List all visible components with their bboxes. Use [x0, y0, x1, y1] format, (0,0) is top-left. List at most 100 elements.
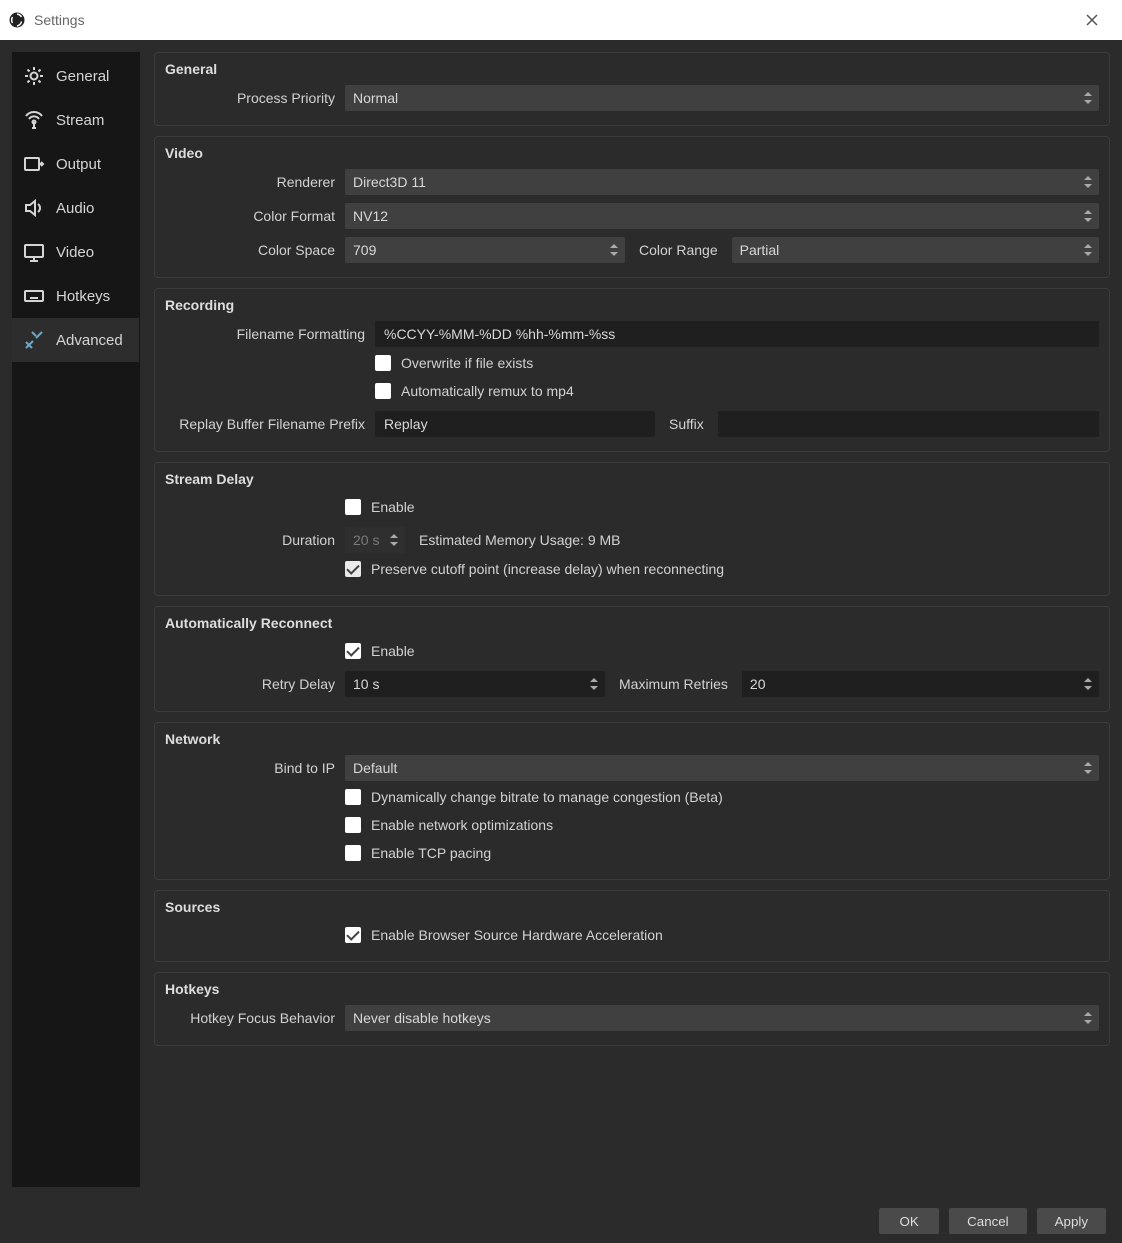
max-retries-label: Maximum Retries: [615, 676, 732, 692]
net-opt-checkbox[interactable]: [345, 817, 361, 833]
process-priority-select[interactable]: Normal: [345, 85, 1099, 111]
sidebar-item-label: Advanced: [56, 332, 123, 349]
color-format-label: Color Format: [165, 208, 335, 224]
stream-delay-enable-label: Enable: [371, 499, 415, 515]
panel-heading: Sources: [165, 899, 1099, 915]
process-priority-label: Process Priority: [165, 90, 335, 106]
panel-auto-reconnect: Automatically Reconnect Enable Retry Del…: [154, 606, 1110, 712]
auto-reconnect-enable-checkbox[interactable]: [345, 643, 361, 659]
browser-hw-checkbox[interactable]: [345, 927, 361, 943]
settings-sidebar: General Stream Output Audio Video Hotkey…: [12, 52, 140, 1187]
renderer-label: Renderer: [165, 174, 335, 190]
output-icon: [22, 152, 46, 176]
tcp-pacing-checkbox[interactable]: [345, 845, 361, 861]
sidebar-item-stream[interactable]: Stream: [12, 98, 139, 142]
browser-hw-label: Enable Browser Source Hardware Accelerat…: [371, 927, 663, 943]
chevron-updown-icon: [1081, 675, 1095, 693]
renderer-select[interactable]: Direct3D 11: [345, 169, 1099, 195]
chevron-updown-icon: [1081, 241, 1095, 259]
suffix-input[interactable]: [718, 411, 1099, 437]
window-title: Settings: [34, 12, 85, 28]
chevron-updown-icon: [607, 241, 621, 259]
overwrite-checkbox[interactable]: [375, 355, 391, 371]
panel-recording: Recording Filename Formatting %CCYY-%MM-…: [154, 288, 1110, 452]
panel-heading: Automatically Reconnect: [165, 615, 1099, 631]
sidebar-item-label: Video: [56, 244, 94, 261]
sidebar-item-label: Stream: [56, 112, 104, 129]
color-range-label: Color Range: [635, 242, 722, 258]
panel-video: Video Renderer Direct3D 11 Color Format …: [154, 136, 1110, 278]
sidebar-item-video[interactable]: Video: [12, 230, 139, 274]
chevron-updown-icon: [1081, 89, 1095, 107]
panel-heading: General: [165, 61, 1099, 77]
color-space-label: Color Space: [165, 242, 335, 258]
dialog-footer: OK Cancel Apply: [0, 1199, 1122, 1243]
monitor-icon: [22, 240, 46, 264]
replay-prefix-input[interactable]: Replay: [375, 411, 655, 437]
sidebar-item-label: Audio: [56, 200, 94, 217]
hotkey-focus-label: Hotkey Focus Behavior: [165, 1010, 335, 1026]
sidebar-item-advanced[interactable]: Advanced: [12, 318, 139, 362]
sidebar-item-label: General: [56, 68, 109, 85]
panel-heading: Video: [165, 145, 1099, 161]
auto-reconnect-enable-label: Enable: [371, 643, 415, 659]
preserve-cutoff-label: Preserve cutoff point (increase delay) w…: [371, 561, 724, 577]
close-button[interactable]: [1070, 5, 1114, 35]
suffix-label: Suffix: [665, 416, 708, 432]
sidebar-item-output[interactable]: Output: [12, 142, 139, 186]
panel-heading: Hotkeys: [165, 981, 1099, 997]
chevron-updown-icon: [587, 675, 601, 693]
apply-button[interactable]: Apply: [1037, 1208, 1106, 1234]
overwrite-label: Overwrite if file exists: [401, 355, 533, 371]
chevron-updown-icon: [1081, 207, 1095, 225]
retry-delay-spinbox[interactable]: 10 s: [345, 671, 605, 697]
sidebar-item-general[interactable]: General: [12, 54, 139, 98]
dyn-bitrate-checkbox[interactable]: [345, 789, 361, 805]
replay-prefix-label: Replay Buffer Filename Prefix: [165, 416, 365, 432]
chevron-updown-icon: [1081, 173, 1095, 191]
panel-heading: Stream Delay: [165, 471, 1099, 487]
net-opt-label: Enable network optimizations: [371, 817, 553, 833]
panel-general: General Process Priority Normal: [154, 52, 1110, 126]
color-format-select[interactable]: NV12: [345, 203, 1099, 229]
max-retries-spinbox[interactable]: 20: [742, 671, 1099, 697]
panel-hotkeys: Hotkeys Hotkey Focus Behavior Never disa…: [154, 972, 1110, 1046]
chevron-updown-icon: [1081, 1009, 1095, 1027]
chevron-updown-icon: [387, 531, 401, 549]
preserve-cutoff-checkbox[interactable]: [345, 561, 361, 577]
duration-label: Duration: [165, 532, 335, 548]
dyn-bitrate-label: Dynamically change bitrate to manage con…: [371, 789, 723, 805]
panel-sources: Sources Enable Browser Source Hardware A…: [154, 890, 1110, 962]
chevron-updown-icon: [1081, 759, 1095, 777]
memory-usage-label: Estimated Memory Usage: 9 MB: [415, 532, 625, 548]
audio-icon: [22, 196, 46, 220]
bind-ip-select[interactable]: Default: [345, 755, 1099, 781]
sidebar-item-audio[interactable]: Audio: [12, 186, 139, 230]
titlebar: Settings: [0, 0, 1122, 40]
stream-delay-enable-checkbox[interactable]: [345, 499, 361, 515]
filename-formatting-input[interactable]: %CCYY-%MM-%DD %hh-%mm-%ss: [375, 321, 1099, 347]
sidebar-item-label: Hotkeys: [56, 288, 110, 305]
hotkey-focus-select[interactable]: Never disable hotkeys: [345, 1005, 1099, 1031]
keyboard-icon: [22, 284, 46, 308]
panel-stream-delay: Stream Delay Enable Duration 20 s Estima…: [154, 462, 1110, 596]
settings-content: General Process Priority Normal Video Re…: [154, 52, 1110, 1187]
sidebar-item-label: Output: [56, 156, 101, 173]
auto-remux-checkbox[interactable]: [375, 383, 391, 399]
cancel-button[interactable]: Cancel: [949, 1208, 1027, 1234]
tools-icon: [22, 328, 46, 352]
panel-heading: Network: [165, 731, 1099, 747]
bind-ip-label: Bind to IP: [165, 760, 335, 776]
filename-formatting-label: Filename Formatting: [165, 326, 365, 342]
color-space-select[interactable]: 709: [345, 237, 625, 263]
ok-button[interactable]: OK: [879, 1208, 939, 1234]
tcp-pacing-label: Enable TCP pacing: [371, 845, 491, 861]
color-range-select[interactable]: Partial: [732, 237, 1099, 263]
sidebar-item-hotkeys[interactable]: Hotkeys: [12, 274, 139, 318]
gear-icon: [22, 64, 46, 88]
auto-remux-label: Automatically remux to mp4: [401, 383, 574, 399]
duration-spinbox[interactable]: 20 s: [345, 527, 405, 553]
panel-heading: Recording: [165, 297, 1099, 313]
obs-icon: [8, 11, 26, 29]
retry-delay-label: Retry Delay: [165, 676, 335, 692]
